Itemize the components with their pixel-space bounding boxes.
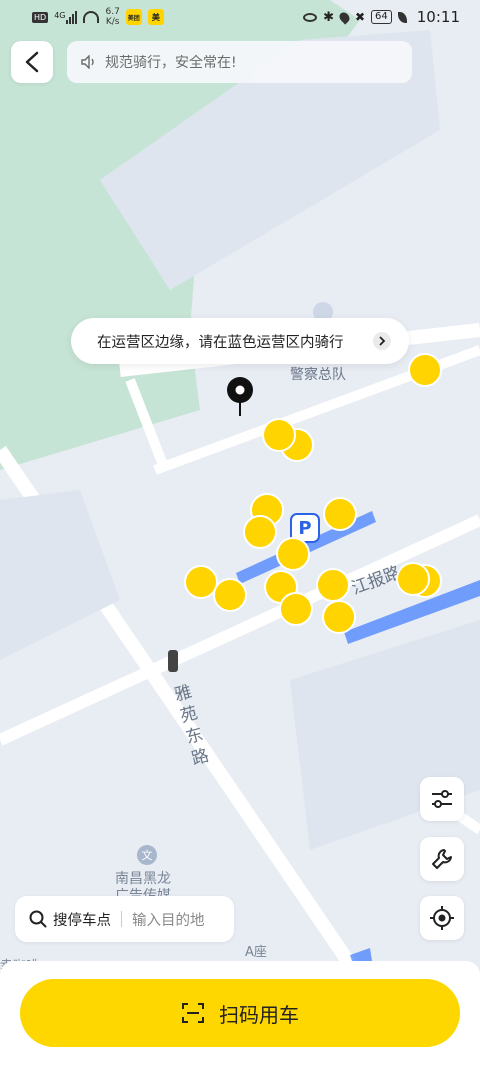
- chevron-right-icon: [373, 332, 391, 350]
- poi-building-label: A座: [245, 945, 267, 960]
- signal-type: 4G: [54, 10, 66, 20]
- scooter-icon[interactable]: [323, 497, 357, 531]
- poi-police-label: 警察总队: [290, 367, 346, 383]
- report-fault-button[interactable]: [420, 837, 464, 881]
- locate-button[interactable]: [420, 896, 464, 940]
- signal-icon: 4G: [54, 10, 78, 24]
- meituan-app-icon: 美团: [125, 9, 142, 25]
- battery-icon: 64: [371, 10, 392, 24]
- wrench-icon: [432, 849, 452, 869]
- bluetooth-icon: ✱: [323, 9, 334, 25]
- location-pin-icon: [225, 376, 255, 418]
- speaker-icon: [81, 55, 94, 69]
- scooter-icon[interactable]: [279, 592, 313, 626]
- status-left: HD 4G 6.7 K/s 美团 美: [32, 7, 164, 27]
- bottom-panel: 扫码用车: [0, 961, 480, 1067]
- speed-value: 6.7: [105, 7, 120, 17]
- notice-text: 规范骑行，安全常在!: [105, 55, 237, 71]
- filter-icon: [432, 790, 452, 808]
- search-parking-label[interactable]: 搜停车点: [53, 909, 111, 930]
- meituan-app-icon-2: 美: [147, 9, 164, 25]
- search-icon: [29, 910, 47, 928]
- culture-poi-icon: 文: [137, 845, 157, 865]
- filter-button[interactable]: [420, 777, 464, 821]
- traffic-light-icon: [168, 650, 178, 672]
- scooter-icon[interactable]: [322, 600, 356, 634]
- clock: 10:11: [416, 8, 460, 26]
- status-right: ✱ ✖ 64 10:11: [303, 8, 460, 26]
- scooter-icon[interactable]: [276, 537, 310, 571]
- locate-icon: [430, 906, 454, 930]
- scan-to-ride-button[interactable]: 扫码用车: [20, 979, 460, 1047]
- scan-icon: [182, 1003, 204, 1023]
- location-icon: [337, 9, 352, 25]
- back-button[interactable]: [11, 41, 53, 83]
- eye-icon: [303, 12, 318, 22]
- network-speed: 6.7 K/s: [105, 7, 119, 27]
- back-arrow-icon: [25, 51, 39, 73]
- scan-label: 扫码用车: [219, 1002, 299, 1027]
- destination-input[interactable]: 输入目的地: [132, 909, 205, 930]
- search-divider: [121, 911, 122, 927]
- scooter-icon[interactable]: [396, 562, 430, 596]
- scooter-icon[interactable]: [408, 353, 442, 387]
- speed-unit: K/s: [105, 17, 120, 27]
- tip-text: 在运营区边缘，请在蓝色运营区内骑行: [97, 334, 344, 351]
- wifi-icon: [83, 11, 100, 23]
- safety-notice: 规范骑行，安全常在!: [67, 41, 412, 83]
- zone-tip-bubble[interactable]: 在运营区边缘，请在蓝色运营区内骑行: [71, 318, 409, 364]
- hd-badge: HD: [32, 11, 49, 23]
- scooter-icon[interactable]: [316, 568, 350, 602]
- top-bar: 规范骑行，安全常在!: [11, 41, 412, 83]
- leaf-icon: [397, 11, 407, 23]
- search-box[interactable]: 搜停车点 输入目的地: [15, 896, 234, 942]
- scooter-icon[interactable]: [262, 418, 296, 452]
- scooter-icon[interactable]: [213, 578, 247, 612]
- mute-icon: ✖: [354, 10, 366, 24]
- scooter-icon[interactable]: [243, 515, 277, 549]
- status-bar: HD 4G 6.7 K/s 美团 美 ✱ ✖ 64 10:11: [0, 0, 480, 34]
